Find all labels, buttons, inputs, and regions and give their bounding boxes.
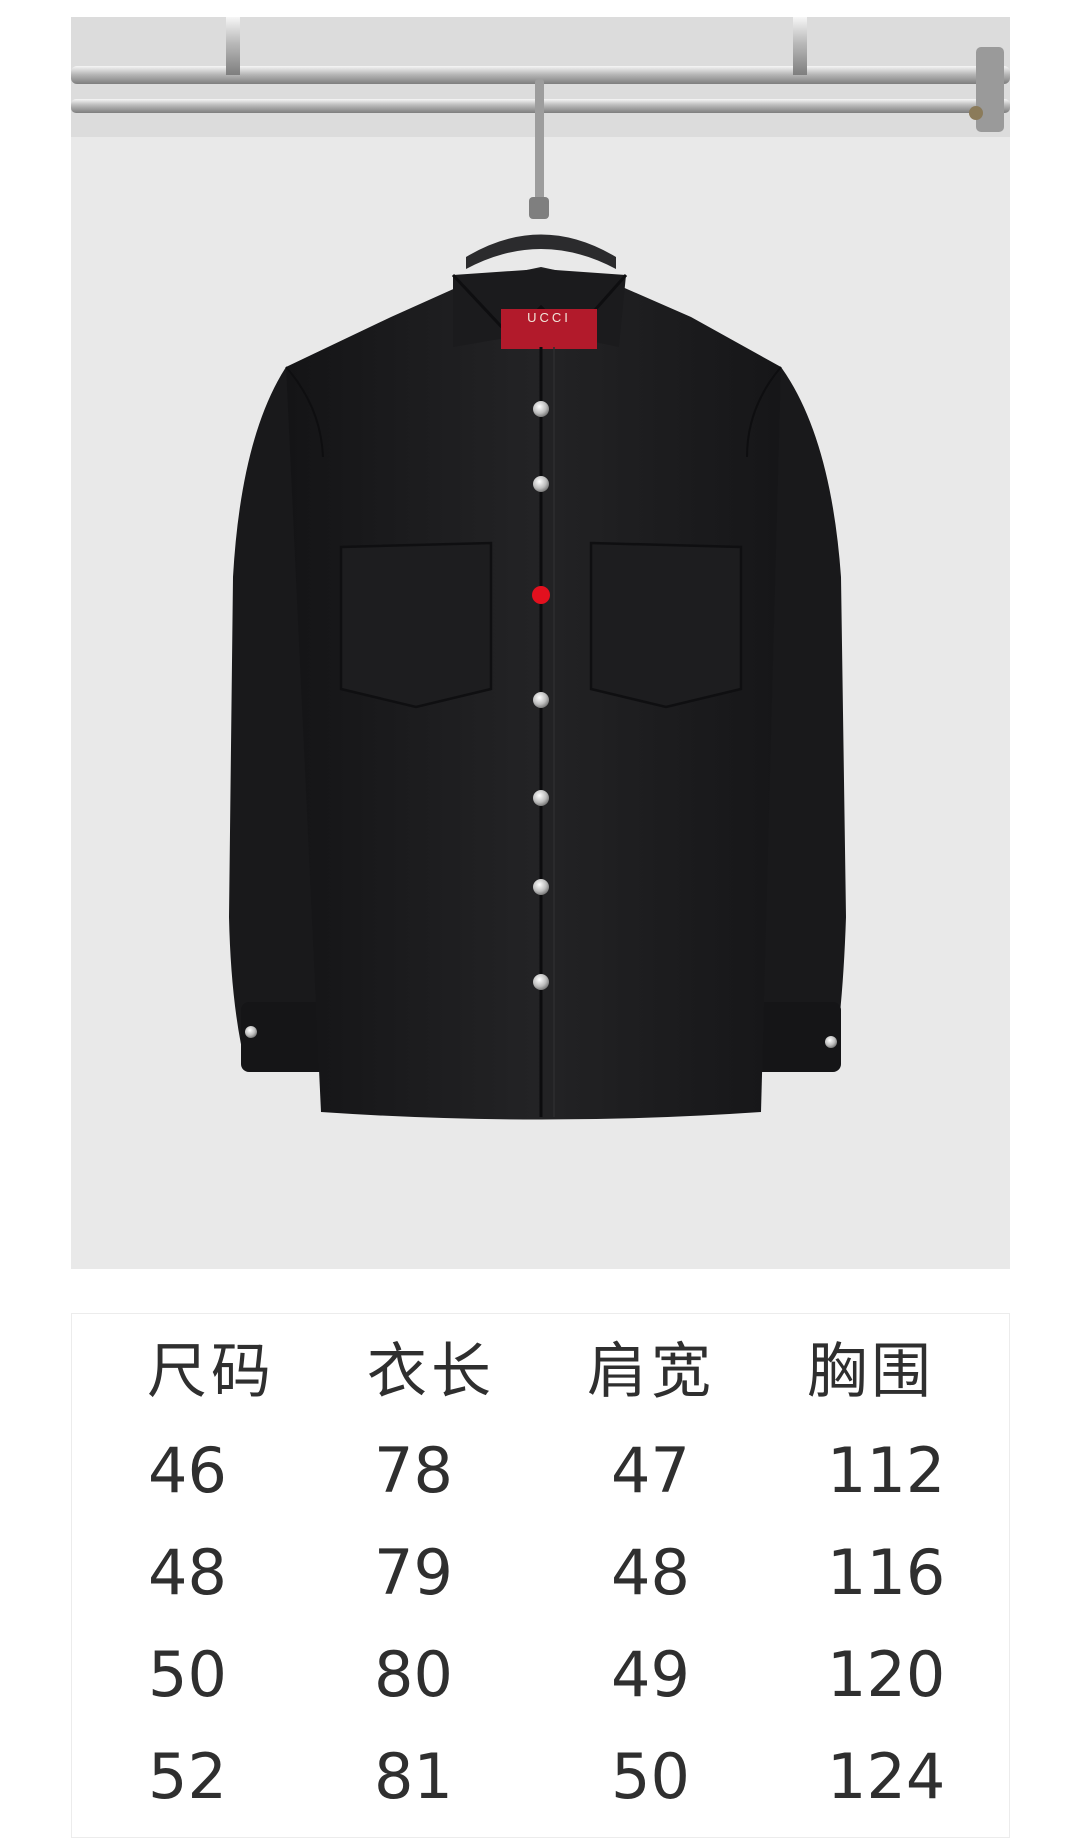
table-row: 46 78 47 112: [72, 1421, 1009, 1521]
table-cell: 50: [611, 1740, 690, 1813]
size-chart-header-row: 尺码 衣长 肩宽 胸围: [72, 1322, 1009, 1422]
shirt-button: [533, 692, 549, 708]
table-cell: 120: [827, 1638, 946, 1711]
table-cell: 47: [611, 1434, 690, 1507]
header-cell-shoulder: 肩宽: [587, 1337, 715, 1407]
shirt-button: [533, 401, 549, 417]
table-cell: 81: [374, 1740, 453, 1813]
size-chart-table: 尺码 衣长 肩宽 胸围 46 78 47 112 48 79 48 116 50…: [71, 1313, 1010, 1838]
shirt-button: [533, 879, 549, 895]
table-cell: 116: [827, 1536, 946, 1609]
shirt-button: [533, 974, 549, 990]
table-cell: 112: [827, 1434, 946, 1507]
table-row: 50 80 49 120: [72, 1625, 1009, 1725]
table-cell: 124: [827, 1740, 946, 1813]
header-cell-size: 尺码: [147, 1337, 275, 1407]
shirt-button: [533, 476, 549, 492]
table-cell: 50: [148, 1638, 227, 1711]
table-cell: 79: [374, 1536, 453, 1609]
table-cell: 78: [374, 1434, 453, 1507]
table-cell: 52: [148, 1740, 227, 1813]
table-cell: 48: [148, 1536, 227, 1609]
svg-text:UCCI: UCCI: [527, 310, 571, 325]
table-row: 48 79 48 116: [72, 1523, 1009, 1623]
table-cell: 48: [611, 1536, 690, 1609]
brand-label: UCCI: [501, 309, 597, 349]
table-cell: 80: [374, 1638, 453, 1711]
table-cell: 46: [148, 1434, 227, 1507]
shirt-button: [533, 790, 549, 806]
table-row: 52 81 50 124: [72, 1727, 1009, 1827]
header-cell-chest: 胸围: [807, 1337, 935, 1407]
product-photo: UCCI: [71, 17, 1010, 1269]
table-cell: 49: [611, 1638, 690, 1711]
red-shirt-button: [532, 586, 550, 604]
header-cell-length: 衣长: [367, 1337, 495, 1407]
black-shirt: UCCI: [229, 267, 846, 1120]
